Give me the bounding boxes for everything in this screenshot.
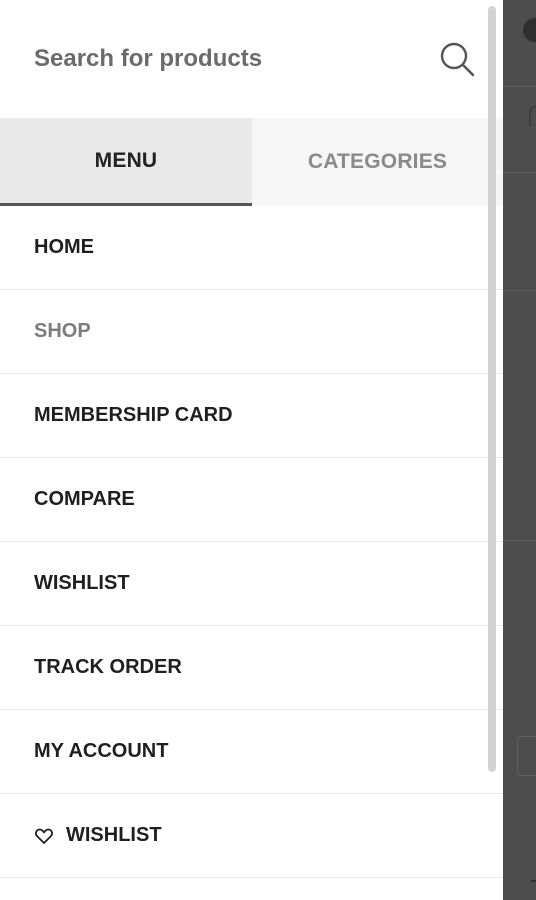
- search-input[interactable]: [34, 38, 424, 80]
- menu-item-label: MY ACCOUNT: [34, 740, 169, 762]
- page-overlay[interactable]: [503, 0, 536, 900]
- menu-item-label: MEMBERSHIP CARD: [34, 404, 233, 426]
- menu-item-my-account[interactable]: MY ACCOUNT: [0, 710, 503, 794]
- menu-item-compare[interactable]: COMPARE: [0, 458, 503, 542]
- menu-item-label: WISHLIST: [34, 572, 130, 594]
- menu-item-track-order[interactable]: TRACK ORDER: [0, 626, 503, 710]
- divider: [503, 172, 536, 173]
- menu-item-home[interactable]: HOME: [0, 206, 503, 290]
- background-box: [517, 736, 536, 776]
- divider: [503, 540, 536, 541]
- cart-count-badge: [523, 18, 536, 42]
- heart-icon: [34, 826, 54, 846]
- tab-categories[interactable]: CATEGORIES: [252, 118, 503, 206]
- scrollbar[interactable]: [488, 6, 496, 772]
- background-dash: [531, 880, 536, 882]
- menu-item-membership-card[interactable]: MEMBERSHIP CARD: [0, 374, 503, 458]
- nav-tabs: MENU CATEGORIES: [0, 118, 503, 206]
- menu-item-label: TRACK ORDER: [34, 656, 182, 678]
- menu-item-label: SHOP: [34, 320, 91, 342]
- mobile-nav-panel: MENU CATEGORIES HOME SHOP MEMBERSHIP CAR…: [0, 0, 503, 900]
- menu-item-wishlist-heart[interactable]: WISHLIST: [0, 794, 503, 878]
- search-bar: [0, 0, 503, 118]
- divider: [503, 290, 536, 291]
- menu-item-label: COMPARE: [34, 488, 135, 510]
- partial-text-glyph: [529, 106, 536, 126]
- divider: [503, 86, 536, 87]
- nav-menu: HOME SHOP MEMBERSHIP CARD COMPARE WISHLI…: [0, 206, 503, 878]
- menu-item-wishlist[interactable]: WISHLIST: [0, 542, 503, 626]
- menu-item-shop[interactable]: SHOP: [0, 290, 503, 374]
- tab-menu[interactable]: MENU: [0, 118, 252, 206]
- search-icon[interactable]: [436, 38, 478, 80]
- menu-item-label: HOME: [34, 236, 94, 258]
- menu-item-label: WISHLIST: [66, 824, 162, 846]
